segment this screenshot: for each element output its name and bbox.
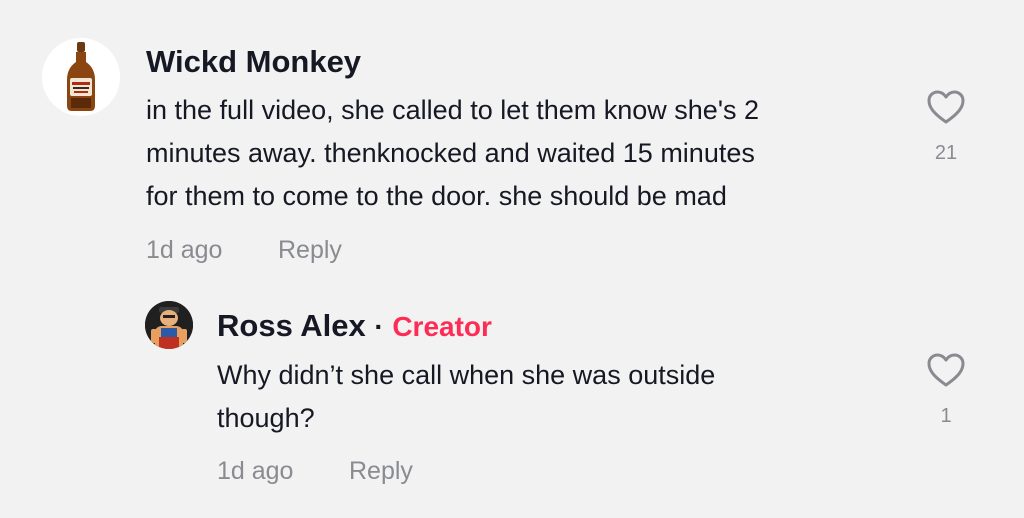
comment-item: Wickd Monkey in the full video, she call… — [0, 0, 1024, 280]
comment-timestamp: 1d ago — [217, 457, 294, 485]
comment-text-line: minutes away. thenknocked and waited 15 … — [146, 138, 755, 168]
comment-author[interactable]: Ross Alex — [217, 308, 366, 343]
heart-icon — [927, 353, 965, 387]
comment-text-line: Why didn’t she call when she was outside — [217, 360, 716, 390]
like-button[interactable] — [926, 88, 966, 128]
like-count: 1 — [940, 405, 952, 427]
like-count: 21 — [934, 142, 958, 164]
creator-badge: Creator — [392, 311, 492, 342]
comment-author-line: Ross Alex · Creator — [217, 308, 492, 344]
comment-text-line: though? — [217, 403, 315, 433]
comment-text-line: for them to come to the door. she should… — [146, 181, 727, 211]
heart-icon — [927, 90, 965, 124]
comment-text: in the full video, she called to let the… — [146, 89, 886, 218]
sauce-bottle-icon — [67, 42, 95, 111]
like-button[interactable] — [926, 351, 966, 391]
comment-author[interactable]: Wickd Monkey — [146, 44, 361, 80]
reply-comment-item: Ross Alex · Creator Why didn’t she call … — [0, 280, 1024, 518]
reply-button[interactable]: Reply — [278, 236, 342, 265]
comment-timestamp: 1d ago — [146, 236, 223, 264]
comment-text-line: in the full video, she called to let the… — [146, 95, 759, 125]
separator-dot: · — [374, 311, 384, 342]
avatar[interactable] — [42, 38, 120, 116]
avatar[interactable] — [145, 301, 193, 349]
cartoon-avatar-icon — [145, 301, 193, 349]
reply-button[interactable]: Reply — [349, 457, 413, 486]
comment-text: Why didn’t she call when she was outside… — [217, 354, 877, 440]
